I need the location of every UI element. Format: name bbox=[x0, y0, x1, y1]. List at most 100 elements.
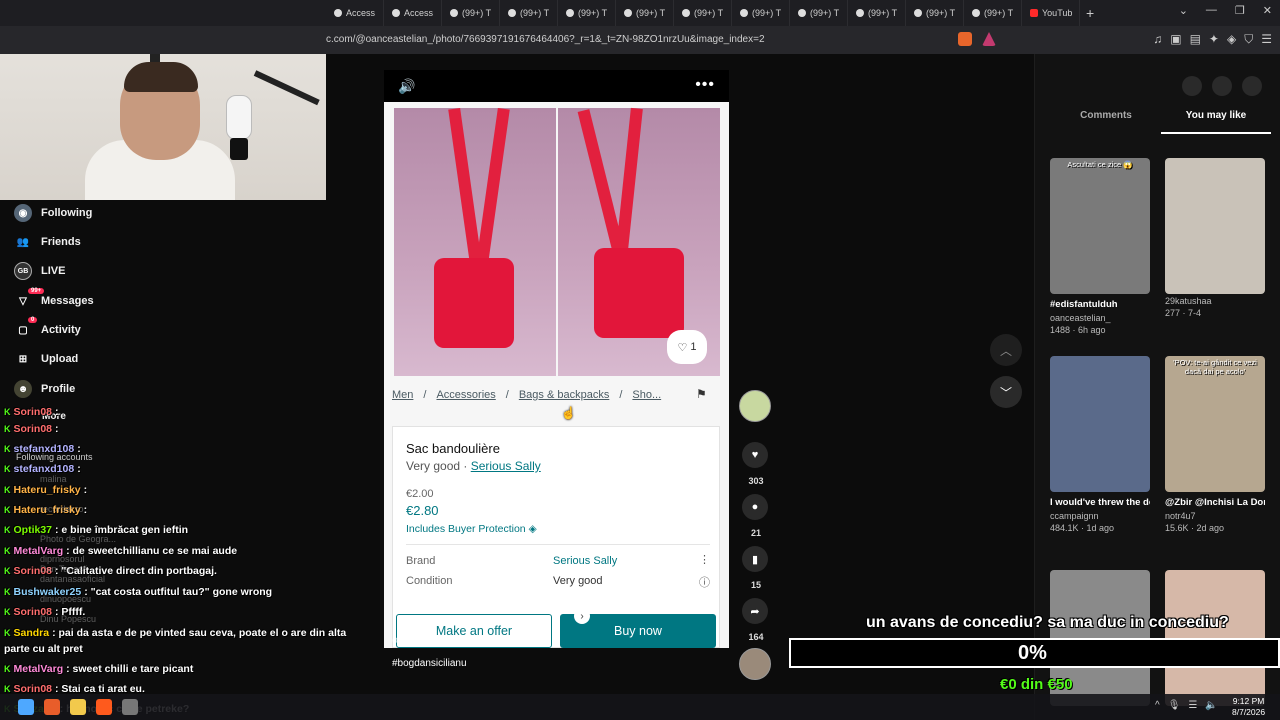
video-author[interactable]: ccampaignn bbox=[1050, 511, 1150, 521]
browser-tab[interactable]: (99+) T bbox=[732, 0, 790, 26]
kebab-icon[interactable]: ⋮ bbox=[699, 553, 710, 566]
new-tab-button[interactable]: + bbox=[1086, 5, 1094, 21]
maximize-icon[interactable]: ❐ bbox=[1235, 4, 1245, 17]
following-account-name[interactable]: malina bbox=[40, 474, 67, 484]
breadcrumb-link[interactable]: Men bbox=[392, 389, 413, 401]
chat-username[interactable]: Sorin08 bbox=[14, 406, 53, 418]
wallet-icon[interactable]: ▤ bbox=[1190, 32, 1201, 47]
chat-username[interactable]: Sorin08 bbox=[14, 423, 53, 435]
phone-icon[interactable] bbox=[1212, 76, 1232, 96]
like-icon[interactable]: ♥ bbox=[742, 442, 768, 468]
breadcrumb-link[interactable]: Sho... bbox=[632, 389, 661, 401]
suggested-video[interactable]: 29katushaa 277 · 7-4 bbox=[1165, 158, 1265, 318]
suggested-video[interactable]: I would've threw the dog😂... ccampaignn 48… bbox=[1050, 356, 1150, 533]
info-icon[interactable]: ⓘ bbox=[699, 574, 710, 590]
carousel-next-icon[interactable]: › bbox=[574, 608, 590, 624]
row-value-brand[interactable]: Serious Sally bbox=[553, 555, 617, 567]
suggested-video[interactable]: 'POV: te-ai gândit ce vezi dacă dai pe a… bbox=[1165, 356, 1265, 533]
hashtag[interactable]: #bogdansicilianu bbox=[392, 658, 467, 669]
sidebar-item-messages[interactable]: ▽ 99+ Messages bbox=[14, 288, 94, 310]
browser-tab[interactable]: (99+) T bbox=[848, 0, 906, 26]
chat-username[interactable]: MetalVarg bbox=[14, 663, 64, 675]
more-options-icon[interactable]: ••• bbox=[695, 76, 715, 94]
scroll-down-button[interactable]: ﹀ bbox=[990, 376, 1022, 408]
flag-icon[interactable]: ⚑ bbox=[696, 387, 707, 401]
chrome-icon[interactable] bbox=[44, 699, 60, 715]
folder-icon[interactable] bbox=[70, 699, 86, 715]
video-author[interactable]: notr4u7 bbox=[1165, 511, 1265, 521]
chat-username[interactable]: Hateru_frisky bbox=[14, 484, 81, 496]
video-thumbnail[interactable]: 'POV: te-ai gândit ce vezi dacă dai pe a… bbox=[1165, 356, 1265, 492]
sound-avatar[interactable] bbox=[739, 648, 771, 680]
browser-tab[interactable]: (99+) T bbox=[674, 0, 732, 26]
windows-start-icon[interactable] bbox=[18, 699, 34, 715]
mic-icon[interactable]: 🎙 bbox=[1168, 700, 1181, 711]
minimize-icon[interactable]: — bbox=[1206, 4, 1217, 17]
scroll-up-button[interactable]: ︿ bbox=[990, 334, 1022, 366]
tab-comments[interactable]: Comments bbox=[1051, 110, 1161, 134]
following-account-name[interactable]: Dan Tanasă bbox=[40, 564, 88, 574]
comment-icon[interactable]: ● bbox=[742, 494, 768, 520]
following-account-name[interactable]: dantanasaoficial bbox=[40, 574, 105, 584]
browser-tab[interactable]: Access bbox=[384, 0, 442, 26]
chat-username[interactable]: Sandra bbox=[14, 627, 50, 639]
sidebar-item-live[interactable]: GB LIVE bbox=[14, 262, 65, 280]
browser-tab[interactable]: (99+) T bbox=[442, 0, 500, 26]
post-author[interactable]: oanceastelian_ 5d ago bbox=[392, 635, 501, 646]
obs-icon[interactable] bbox=[122, 699, 138, 715]
browser-tab[interactable]: Access bbox=[326, 0, 384, 26]
volume-tray-icon[interactable]: 🔈 bbox=[1205, 700, 1217, 711]
browser-tab[interactable]: (99+) T bbox=[500, 0, 558, 26]
vpn-icon[interactable]: ◈ bbox=[1227, 32, 1236, 47]
chevron-up-icon[interactable]: ^ bbox=[1155, 700, 1160, 711]
sidebar-icon[interactable]: ▣ bbox=[1170, 32, 1181, 47]
shield-icon[interactable]: ⛉ bbox=[1244, 32, 1253, 47]
browser-tab[interactable]: (99+) T bbox=[906, 0, 964, 26]
leo-icon[interactable]: ✦ bbox=[1209, 32, 1219, 47]
video-author[interactable]: 29katushaa bbox=[1165, 296, 1265, 306]
sidebar-item-profile[interactable]: ☻ Profile bbox=[14, 380, 75, 398]
brave-icon[interactable] bbox=[96, 699, 112, 715]
browser-tab[interactable]: (99+) T bbox=[616, 0, 674, 26]
following-account-name[interactable]: dinuopoescu bbox=[40, 594, 91, 604]
video-thumbnail[interactable] bbox=[1165, 158, 1265, 294]
favorite-button[interactable]: ♡ 1 bbox=[667, 330, 707, 364]
brave-shield-icon[interactable] bbox=[958, 32, 972, 46]
seller-link[interactable]: Serious Sally bbox=[471, 459, 541, 473]
sidebar-item-activity[interactable]: ▢ 0 Activity bbox=[14, 317, 81, 339]
sidebar-item-friends[interactable]: 👥 Friends bbox=[14, 233, 81, 251]
menu-icon[interactable]: ☰ bbox=[1261, 32, 1272, 47]
bookmark-icon[interactable]: ▮ bbox=[742, 546, 768, 572]
close-icon[interactable]: ✕ bbox=[1263, 4, 1272, 17]
tab-you-may-like[interactable]: You may like bbox=[1161, 110, 1271, 134]
clock[interactable]: 9:12 PM 8/7/2026 bbox=[1232, 696, 1265, 718]
following-account-name[interactable]: recorder.ro bbox=[40, 504, 84, 514]
wifi-icon[interactable]: ☰ bbox=[1188, 700, 1197, 711]
sidebar-item-upload[interactable]: ⊞ Upload bbox=[14, 350, 78, 368]
browser-tab[interactable]: (99+) T bbox=[790, 0, 848, 26]
following-account-name[interactable]: Dinu Popescu bbox=[40, 614, 96, 624]
sidebar-item-following[interactable]: ◉ Following bbox=[14, 204, 92, 222]
breadcrumb-link[interactable]: Accessories bbox=[436, 389, 495, 401]
breadcrumb-link[interactable]: Bags & backpacks bbox=[519, 389, 610, 401]
profile-avatar-icon[interactable] bbox=[1242, 76, 1262, 96]
url-field[interactable]: c.com/@oanceastelian_/photo/766939719167… bbox=[326, 34, 765, 45]
following-account-name[interactable]: diprnosorul bbox=[40, 554, 85, 564]
video-thumbnail[interactable] bbox=[1050, 356, 1150, 492]
browser-tab[interactable]: (99+) T bbox=[964, 0, 1022, 26]
browser-tab[interactable]: (99+) T bbox=[558, 0, 616, 26]
browser-tab[interactable]: YouTub bbox=[1022, 0, 1080, 26]
following-account-name[interactable]: Photo de Geogra... bbox=[40, 534, 116, 544]
creator-avatar[interactable] bbox=[739, 390, 771, 422]
compass-icon[interactable] bbox=[1182, 76, 1202, 96]
music-icon[interactable]: ♫ bbox=[1153, 32, 1162, 47]
volume-icon[interactable]: 🔊 bbox=[398, 78, 415, 95]
suggested-video[interactable]: Ascultati ce zice 😱 #edisfantulduh oanceas… bbox=[1050, 158, 1150, 335]
video-thumbnail[interactable]: Ascultati ce zice 😱 bbox=[1050, 158, 1150, 294]
share-icon[interactable]: ➦ bbox=[742, 598, 768, 624]
brave-rewards-icon[interactable] bbox=[982, 32, 996, 46]
tab-list-icon[interactable]: ⌄ bbox=[1179, 4, 1188, 17]
video-author[interactable]: oanceastelian_ bbox=[1050, 313, 1150, 323]
chat-username[interactable]: stefanxd108 bbox=[14, 443, 75, 455]
buyer-protection[interactable]: Includes Buyer Protection ◈ bbox=[406, 523, 537, 535]
